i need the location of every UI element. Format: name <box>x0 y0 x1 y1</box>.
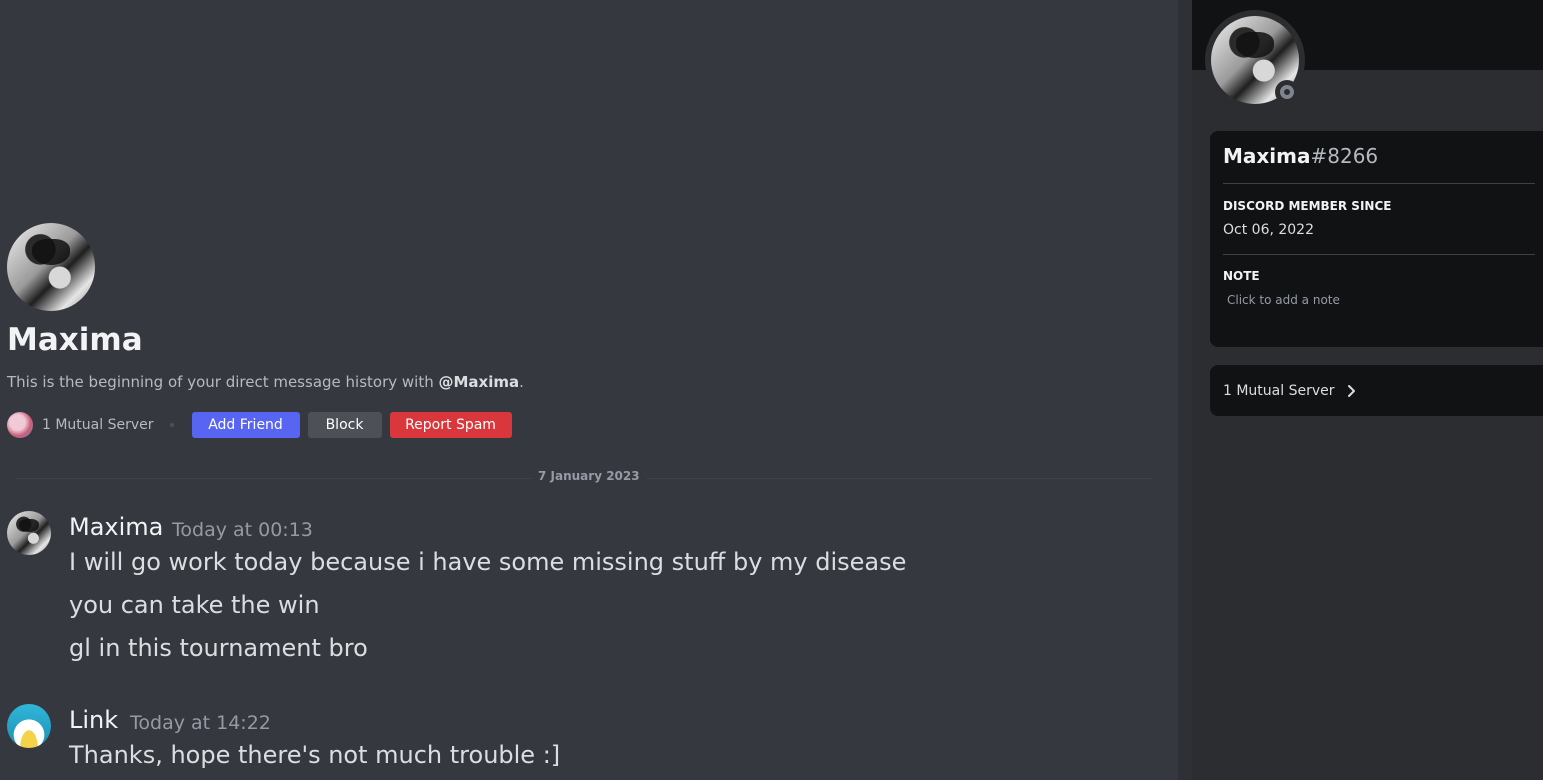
dm-chat-area: Maxima This is the beginning of your dir… <box>0 0 1178 780</box>
add-friend-button[interactable]: Add Friend <box>191 412 300 438</box>
intro-description: This is the beginning of your direct mes… <box>7 373 524 391</box>
profile-username: Maxima#8266 <box>1223 144 1378 168</box>
message-avatar[interactable] <box>7 704 51 748</box>
mutual-server-link[interactable]: 1 Mutual Server <box>42 417 154 433</box>
profile-username-text: Maxima <box>1223 144 1311 168</box>
intro-mention[interactable]: @Maxima <box>438 373 519 391</box>
mutual-server-icon[interactable] <box>7 412 33 438</box>
member-since-value: Oct 06, 2022 <box>1223 222 1314 238</box>
user-profile-panel: Maxima#8266 DISCORD MEMBER SINCE Oct 06,… <box>1192 0 1543 780</box>
intro-username: Maxima <box>7 322 143 358</box>
intro-text-prefix: This is the beginning of your direct mes… <box>7 373 439 391</box>
block-button[interactable]: Block <box>307 412 382 438</box>
message-text: I will go work today because i have some… <box>69 548 907 576</box>
chat-scrollbar-track[interactable] <box>1178 0 1192 780</box>
divider <box>1223 254 1535 255</box>
message-author[interactable]: Maxima <box>69 513 163 541</box>
profile-discriminator: #8266 <box>1310 144 1379 168</box>
divider <box>1223 183 1535 184</box>
message-timestamp: Today at 00:13 <box>172 519 313 541</box>
profile-info-card: Maxima#8266 DISCORD MEMBER SINCE Oct 06,… <box>1210 131 1543 347</box>
separator-dot <box>169 423 174 427</box>
message-author[interactable]: Link <box>69 706 118 734</box>
mutual-servers-label: 1 Mutual Server <box>1223 382 1335 399</box>
note-input[interactable]: Click to add a note <box>1223 293 1535 315</box>
intro-text-suffix: . <box>519 373 524 391</box>
intro-actions-row: 1 Mutual Server Add Friend Block Report … <box>7 412 512 438</box>
message-text: you can take the win <box>69 591 320 619</box>
report-spam-button[interactable]: Report Spam <box>389 412 512 438</box>
chevron-right-icon <box>1347 384 1355 397</box>
offline-status-icon <box>1275 80 1299 104</box>
note-heading: NOTE <box>1223 269 1260 283</box>
message-text: Thanks, hope there's not much trouble :] <box>69 741 561 769</box>
message-text: gl in this tournament bro <box>69 634 368 662</box>
member-since-heading: DISCORD MEMBER SINCE <box>1223 199 1392 213</box>
message-timestamp: Today at 14:22 <box>130 712 271 734</box>
message-avatar[interactable] <box>7 511 51 555</box>
mutual-servers-button[interactable]: 1 Mutual Server <box>1210 365 1543 416</box>
date-divider-label: 7 January 2023 <box>532 469 646 483</box>
intro-avatar[interactable] <box>7 223 95 311</box>
